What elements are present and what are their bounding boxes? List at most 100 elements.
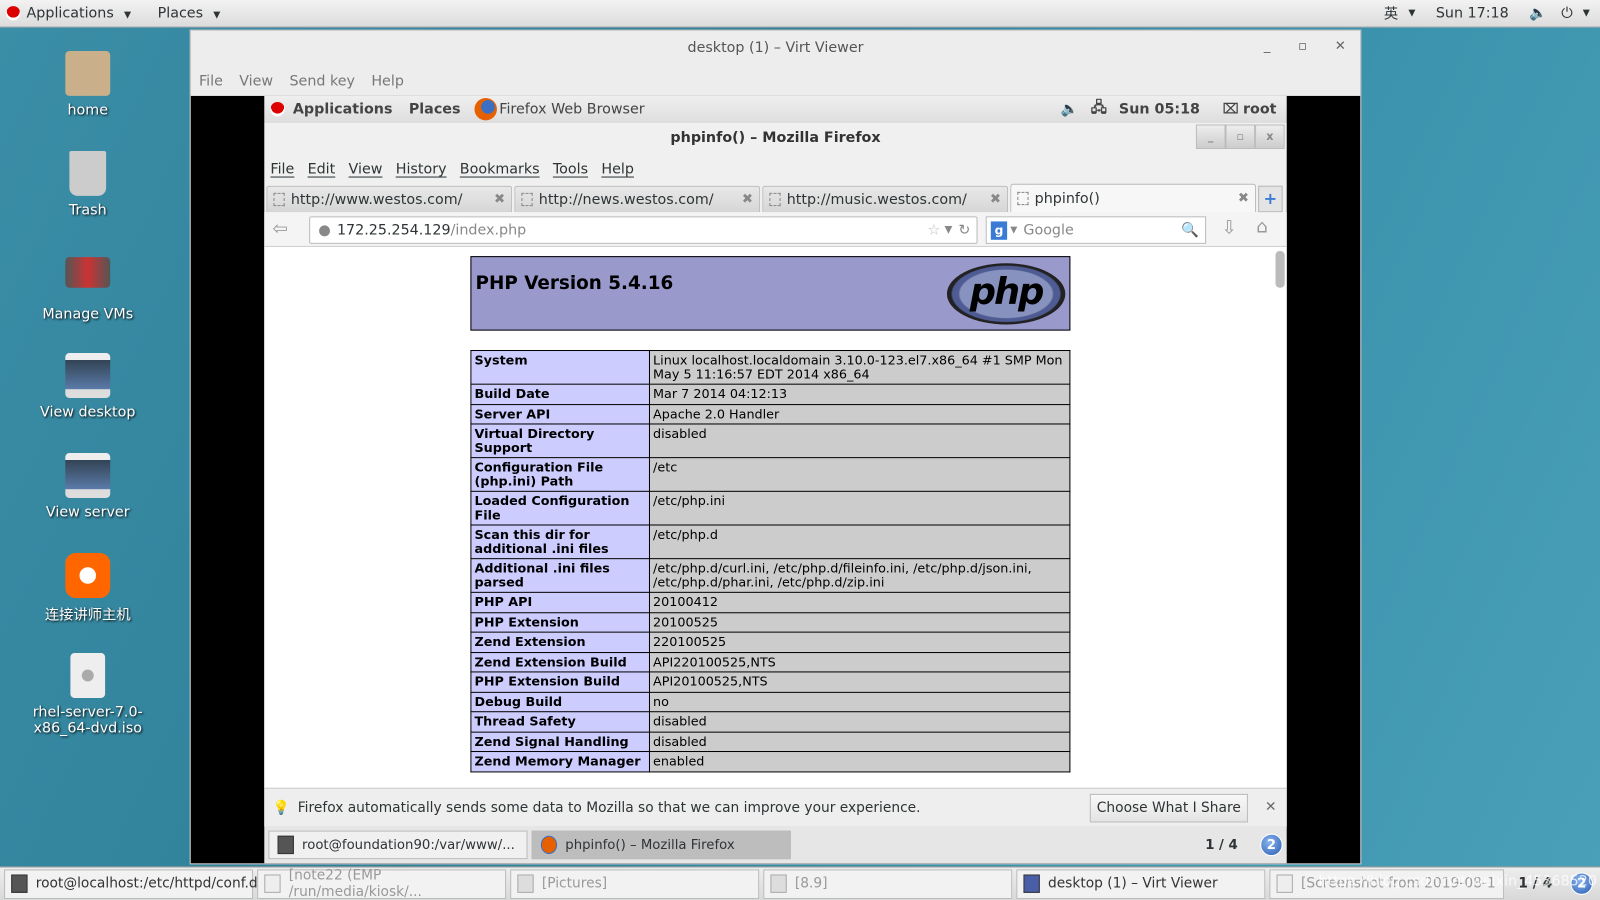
guest-app-menu[interactable]: Firefox Web Browser [499,101,644,117]
search-icon[interactable]: 🔍 [1181,222,1199,238]
minimize-button[interactable]: _ [1264,39,1271,54]
menu-tools[interactable]: Tools [553,161,588,177]
tab-www[interactable]: http://www.westos.com/✖ [266,185,513,213]
search-bar[interactable]: g ▼ Google 🔍 [985,216,1207,244]
table-row: Build Date Mar 7 2014 04:12:13 [470,383,1071,405]
choose-what-i-share-button[interactable]: Choose What I Share [1089,793,1248,823]
row-key: Debug Build [470,691,650,713]
menu-history[interactable]: History [396,161,447,177]
row-key: PHP Extension [470,611,650,633]
table-row: Server API Apache 2.0 Handler [470,403,1071,425]
row-value: enabled [648,751,1071,772]
disc-image-icon [70,653,106,698]
guest-applications-menu[interactable]: Applications [293,101,393,117]
monitor-icon [1023,874,1040,893]
menu-file[interactable]: File [199,73,223,89]
clock[interactable]: Sun 17:18 [1436,5,1509,21]
power-icon[interactable]: ⏻ [1561,5,1572,21]
table-row: Debug Build no [470,691,1071,713]
desktop-icon-trash[interactable]: Trash [27,151,149,218]
table-row: Zend Memory Manager enabled [470,751,1071,772]
php-logo: php [946,263,1066,325]
close-tab-icon[interactable]: ✖ [990,192,1001,207]
scrollbar[interactable] [1275,251,1285,288]
desktop-icon-iso[interactable]: rhel-server-7.0-x86_64-dvd.iso [27,653,149,737]
phpinfo-table: System Linux localhost.localdomain 3.10.0… [470,349,1071,772]
php-version-heading: PHP Version 5.4.16 [475,272,674,294]
tab-news[interactable]: http://news.westos.com/✖ [514,185,761,213]
user-menu[interactable]: root [1243,101,1277,117]
text-editor-icon [264,874,281,893]
desktop-icon-manage-vms[interactable]: Manage VMs [27,257,149,322]
download-icon[interactable]: ⇩ [1221,217,1236,238]
close-tab-icon[interactable]: ✖ [742,192,753,207]
volume-icon[interactable]: 🔈 [1529,5,1547,21]
task-pictures[interactable]: [Pictures] [510,868,760,899]
home-icon[interactable]: ⌂ [1256,216,1268,237]
watermark: https://blog.csdn.net/weixin_45368520 [1318,873,1597,890]
row-key: Configuration File (php.ini) Path [470,457,650,492]
applications-menu[interactable]: Applications ▼ [27,5,138,21]
terminal-icon [277,835,294,855]
row-value: Mar 7 2014 04:12:13 [648,383,1071,405]
dropdown-icon[interactable]: ▼ [944,224,952,235]
menu-send-key[interactable]: Send key [289,73,355,89]
tab-phpinfo[interactable]: phpinfo() ✖ [1010,183,1257,213]
table-row: Virtual Directory Support disabled [470,423,1071,459]
menu-edit[interactable]: Edit [308,161,336,177]
menu-view[interactable]: View [239,73,273,89]
close-tab-icon[interactable]: ✖ [494,192,505,207]
task-note[interactable]: [note22 (EMP /run/media/kiosk/... [257,867,507,900]
close-button[interactable]: x [1255,124,1285,149]
menu-help[interactable]: Help [601,161,634,177]
desktop-icon-view-server[interactable]: View server [27,453,149,520]
row-value: /etc [648,457,1071,492]
menu-file[interactable]: File [270,161,294,177]
menu-help[interactable]: Help [371,73,404,89]
desktop-icon-home[interactable]: home [27,51,149,118]
menu-bookmarks[interactable]: Bookmarks [460,161,540,177]
row-value: Apache 2.0 Handler [648,403,1071,425]
reload-icon[interactable]: ↻ [958,222,970,238]
guest-display[interactable]: Applications Places Firefox Web Browser … [190,95,1361,864]
guest-task-terminal[interactable]: root@foundation90:/var/www/... [268,830,528,860]
task-folder[interactable]: [8.9] [763,868,1013,899]
lightbulb-icon: 💡 [272,799,290,816]
dropdown-icon[interactable]: ▼ [1010,225,1017,235]
maximize-button[interactable]: ▫ [1298,39,1307,54]
page-icon [769,192,781,207]
maximize-button[interactable]: ▫ [1225,124,1256,149]
guest-clock[interactable]: Sun 05:18 [1119,101,1200,117]
desktop-icon-view-desktop[interactable]: View desktop [27,353,149,420]
task-virt-viewer[interactable]: desktop (1) – Virt Viewer [1016,868,1266,899]
tab-music[interactable]: http://music.westos.com/✖ [762,185,1009,213]
guest-top-bar: Applications Places Firefox Web Browser … [264,95,1287,123]
file-manager-icon [770,874,787,893]
minimize-button[interactable]: _ [1195,124,1226,149]
input-method[interactable]: 英 [1384,3,1398,23]
table-row: PHP Extension 20100525 [470,611,1071,633]
table-row: Zend Extension Build API220100525,NTS [470,651,1071,673]
guest-places-menu[interactable]: Places [409,101,461,117]
back-button[interactable]: ⇦ [272,218,287,239]
places-menu[interactable]: Places ▼ [158,5,227,21]
table-row: PHP Extension Build API20100525,NTS [470,671,1071,693]
menu-view[interactable]: View [349,161,383,177]
workspace-indicator[interactable]: 1 / 4 [1205,837,1238,852]
close-tab-icon[interactable]: ✖ [1238,191,1249,206]
task-terminal[interactable]: root@localhost:/etc/httpd/conf.d [4,868,258,899]
url-bar[interactable]: ● 172.25.254.129/index.php ☆ ▼ ↻ [309,216,978,244]
redhat-icon [270,102,285,117]
close-button[interactable]: ✕ [1335,39,1346,54]
google-icon[interactable]: g [990,220,1008,240]
desktop-icon-connect-teacher[interactable]: 连接讲师主机 [27,553,149,624]
close-notice-icon[interactable]: ✕ [1265,799,1277,815]
guest-task-firefox[interactable]: phpinfo() – Mozilla Firefox [531,830,791,860]
notification-badge[interactable]: 2 [1260,833,1283,857]
row-key: Virtual Directory Support [470,423,650,459]
network-icon[interactable]: 🖧 [1091,97,1107,121]
volume-icon[interactable]: 🔈 [1061,101,1079,117]
new-tab-button[interactable]: + [1258,185,1283,213]
bookmark-star-icon[interactable]: ☆ [928,222,941,238]
row-key: Scan this dir for additional .ini files [470,524,650,560]
